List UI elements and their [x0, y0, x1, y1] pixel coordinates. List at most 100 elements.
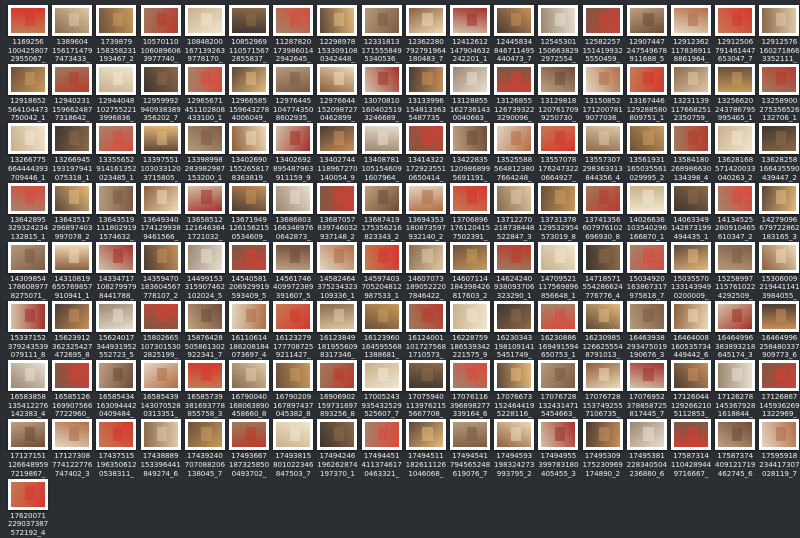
file-item[interactable]: 12298978 153309108 0342448_ [315, 5, 359, 64]
file-item[interactable]: 17494246 196262874 197370_1 [315, 419, 359, 478]
file-item[interactable]: 13687419 175356216 823343_2 [360, 182, 404, 242]
file-item[interactable]: 13643517 296897403 997078_2 [50, 182, 94, 242]
file-item[interactable]: 13070810 160402519 3246689_ [360, 64, 404, 123]
file-item[interactable]: 15034920 163867317 975818_7 [625, 241, 669, 301]
file-item[interactable]: 16123960 164595568 1388681_ [360, 301, 404, 360]
file-item[interactable]: 14718571 554286624 776776_4 [581, 241, 625, 301]
file-item[interactable]: 12965671 451102808 433100_1 [183, 64, 227, 123]
file-item[interactable]: 17495381 228340504 236880_6 [625, 419, 669, 478]
file-item[interactable]: 13628168 571420033 040263_2 [713, 123, 757, 182]
file-item[interactable]: 13256620 243786795 995465_1 [713, 64, 757, 123]
file-item[interactable]: 16790040 168063890 458660_8 [227, 360, 271, 419]
file-item[interactable]: 13686803 166348976 0642873_ [271, 182, 315, 242]
file-item[interactable]: 17587314 110428944 9716667_ [669, 419, 713, 478]
file-item[interactable]: 12944048 102755221 3996836_ [94, 64, 138, 123]
file-item[interactable]: 14309854 178608977 8275071_ [6, 241, 50, 301]
file-item[interactable]: 12362280 792791964 180483_7 [404, 5, 448, 64]
file-item[interactable]: 13402744 118967270 140054_9 [315, 123, 359, 182]
file-item[interactable]: 16230343 198109141 5451749_ [492, 301, 536, 360]
file-item[interactable]: 17076952 378858725 817445_7 [625, 360, 669, 419]
file-item[interactable]: 16585126 169907566 7722960_ [50, 360, 94, 419]
file-item[interactable]: 13402690 155265817 8363819_ [227, 123, 271, 182]
file-item[interactable]: 14134525 280910465 610347_2 [713, 182, 757, 242]
file-item[interactable]: 13687057 839746032 937148_2 [315, 182, 359, 242]
file-item[interactable]: 1389604 156171479 7473433_ [50, 5, 94, 64]
file-item[interactable]: 16585439 143070528 0313351_ [139, 360, 183, 419]
file-item[interactable]: 12907447 247549678 911688_5 [625, 5, 669, 64]
file-item[interactable]: 16585434 163094442 0409484_ [94, 360, 138, 419]
file-item[interactable]: 14561746 409972389 391607_5 [271, 241, 315, 301]
file-item[interactable]: 17494451 411374617 0463321_ [360, 419, 404, 478]
file-item[interactable]: 13712270 218738448 522847_3 [492, 182, 536, 242]
file-item[interactable]: 16463938 293475019 190676_3 [625, 301, 669, 360]
file-item[interactable]: 17126044 129266210 5112853_ [669, 360, 713, 419]
file-item[interactable]: 14359470 183604567 778107_2 [139, 241, 183, 301]
file-item[interactable]: 13649340 174129938 9461566_ [139, 182, 183, 242]
file-item[interactable]: 13706896 176120415 7502391_ [448, 182, 492, 242]
file-item[interactable]: 17437515 196350612 0538311_ [94, 419, 138, 478]
file-item[interactable]: 13414322 172923551 0650414_ [404, 123, 448, 182]
file-item[interactable]: 17494955 399783180 405455_3 [536, 419, 580, 478]
file-item[interactable]: 13150852 171200781 9077036_ [581, 64, 625, 123]
file-item[interactable]: 13561931 165035561 029995_2 [625, 123, 669, 182]
file-item[interactable]: 12940231 159662487 7318642_ [50, 64, 94, 123]
file-item[interactable]: 16124001 101727568 1710573_ [404, 301, 448, 360]
file-item[interactable]: 16790209 167897437 045382_8 [271, 360, 315, 419]
file-item[interactable]: 13408781 105154609 1607964_ [360, 123, 404, 182]
file-item[interactable]: 13398998 283982987 153200_1 [183, 123, 227, 182]
file-item[interactable]: 13525588 564812380 7664248_ [492, 123, 536, 182]
file-item[interactable]: 16583858 135412276 142383_4 [6, 360, 50, 419]
file-item[interactable]: 17494541 794565248 619076_7 [448, 419, 492, 478]
file-item[interactable]: 10848200 167139263 9778170_ [183, 5, 227, 64]
file-item[interactable]: 17620071 229037387 572192_4 [6, 478, 50, 538]
file-item[interactable]: 13397551 103033120 3715805_ [139, 123, 183, 182]
file-item[interactable]: 13741356 607976102 696930_8 [581, 182, 625, 242]
file-item[interactable]: 17075940 113976215 5667708_ [404, 360, 448, 419]
file-item[interactable]: 17595918 234417307 028119_7 [757, 419, 800, 478]
file-item[interactable]: 14279096 679722862 183165_3 [757, 182, 800, 242]
file-item[interactable]: 17493667 187325850 0493702_ [227, 419, 271, 478]
file-item[interactable]: 13643519 111802919 1574632_ [94, 182, 138, 242]
file-item[interactable]: 12445834 846711495 440473_7 [492, 5, 536, 64]
file-item[interactable]: 14063349 142873199 494435_1 [669, 182, 713, 242]
file-item[interactable]: 17495309 175230969 174890_2 [581, 419, 625, 478]
file-item[interactable]: 17126867 145936269 1322969_ [757, 360, 800, 419]
file-item[interactable]: 14499153 315907462 102024_5 [183, 241, 227, 301]
file-item[interactable]: 17076673 152464419 5228116_ [492, 360, 536, 419]
file-item[interactable]: 14607114 184398426 817603_2 [448, 241, 492, 301]
file-item[interactable]: 13642895 329324234 132815_1 [6, 182, 50, 242]
file-item[interactable]: 13231139 117668251 2350759_ [669, 64, 713, 123]
file-item[interactable]: 15337152 379243539 079111_8 [6, 301, 50, 360]
file-item[interactable]: 16230886 169491594 650753_1 [536, 301, 580, 360]
file-item[interactable]: 13731378 129532954 573019_8 [536, 182, 580, 242]
file-item[interactable]: 16464996 258480337 909773_6 [757, 301, 800, 360]
file-item[interactable]: 17005243 935432529 525607_7 [360, 360, 404, 419]
file-item[interactable]: 13133996 154813363 5487735_ [404, 64, 448, 123]
file-item[interactable]: 12976445 104774350 8602935_ [271, 64, 315, 123]
file-item[interactable]: 17076116 396898277 339164_6 [448, 360, 492, 419]
file-item[interactable]: 14310819 655769857 910941_1 [50, 241, 94, 301]
file-item[interactable]: 17127151 126648959 7219867_ [6, 419, 50, 478]
file-item[interactable]: 13266775 664444393 709446_1 [6, 123, 50, 182]
file-item[interactable]: 15623912 362325427 472695_8 [50, 301, 94, 360]
file-item[interactable]: 15035570 133143949 0200009_ [669, 241, 713, 301]
file-item[interactable]: 13402692 895487963 911159_9 [271, 123, 315, 182]
file-item[interactable]: 17438889 153396441 849274_6 [139, 419, 183, 478]
file-item[interactable]: 13126855 126739322 3290096_ [492, 64, 536, 123]
file-item[interactable]: 13628258 166435590 439447_2 [757, 123, 800, 182]
file-item[interactable]: 14597403 705204812 987533_1 [360, 241, 404, 301]
file-item[interactable]: 12959992 940938389 356202_7 [139, 64, 183, 123]
file-item[interactable]: 1169256 100425807 2955067_ [6, 5, 50, 64]
file-item[interactable]: 12918652 564104473 750042_1 [6, 64, 50, 123]
file-item[interactable]: 17587374 409121719 462745_6 [713, 419, 757, 478]
file-item[interactable]: 16585739 381693778 855758_3 [183, 360, 227, 419]
file-item[interactable]: 16464008 160535734 449442_6 [669, 301, 713, 360]
file-item[interactable]: 14540581 206929919 593409_5 [227, 241, 271, 301]
file-item[interactable]: 14624240 938093706 323290_1 [492, 241, 536, 301]
file-item[interactable]: 14582464 375234323 109336_1 [315, 241, 359, 301]
file-item[interactable]: 12582257 151419932 5550459_ [581, 5, 625, 64]
file-item[interactable]: 16230985 126625554 8791013_ [581, 301, 625, 360]
file-item[interactable]: 12912576 160271866 3352111_ [757, 5, 800, 64]
file-item[interactable]: 14026636 103540296 166870_1 [625, 182, 669, 242]
file-item[interactable]: 13557078 176247322 0664927_ [536, 123, 580, 182]
